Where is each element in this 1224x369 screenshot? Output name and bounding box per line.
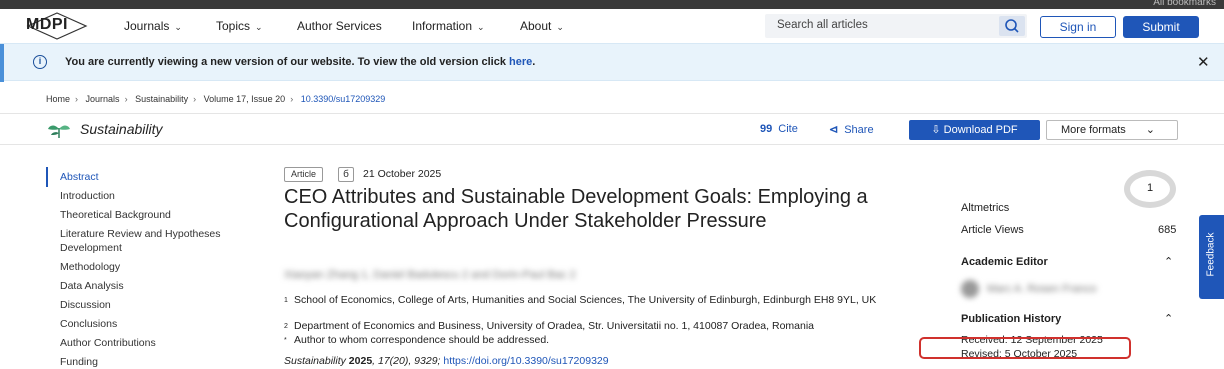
academic-editor-heading: Academic Editor (961, 256, 1048, 268)
toc-author-contributions[interactable]: Author Contributions (60, 336, 250, 350)
banner-accent (0, 44, 4, 82)
journal-bar: Sustainability 99 Cite ⊲ Share ⇩ Download … (0, 113, 1224, 145)
sign-in-button[interactable]: Sign in (1040, 16, 1116, 38)
toc-data-analysis[interactable]: Data Analysis (60, 279, 250, 293)
search-icon (1005, 19, 1019, 33)
more-formats-dropdown[interactable]: More formats ⌄ (1046, 120, 1178, 140)
chevron-down-icon: ⌄ (174, 22, 182, 32)
breadcrumb-journals[interactable]: Journals (86, 94, 120, 104)
chevron-down-icon: ⌄ (1145, 124, 1155, 136)
old-version-link[interactable]: here (509, 56, 532, 68)
close-icon[interactable]: ✕ (1197, 53, 1210, 71)
breadcrumb-journal[interactable]: Sustainability (135, 94, 188, 104)
search-button[interactable] (999, 16, 1025, 36)
article-type-badge: Article (284, 167, 324, 182)
chevron-right-icon: › (193, 94, 197, 104)
banner-message: You are currently viewing a new version … (65, 56, 536, 68)
share-icon: ⊲ (829, 124, 839, 136)
logo-text: MDPI (26, 16, 68, 33)
authors-list[interactable]: Xiaoyan Zhang 1, Daniel Badulescu 2 and … (284, 269, 576, 281)
browser-top-strip: All bookmarks (0, 0, 1224, 9)
cite-button[interactable]: 99 Cite (760, 123, 798, 135)
mdpi-logo[interactable]: MDPI (26, 12, 88, 40)
breadcrumb-doi[interactable]: 10.3390/su17209329 (301, 94, 386, 104)
chevron-right-icon: › (124, 94, 128, 104)
toc-theoretical-background[interactable]: Theoretical Background (60, 208, 250, 222)
nav-journals[interactable]: Journals ⌄ (124, 19, 182, 33)
affiliation-1: 1 School of Economics, College of Arts, H… (284, 294, 877, 306)
chevron-down-icon: ⌄ (556, 22, 564, 32)
toc-abstract[interactable]: Abstract (60, 170, 250, 184)
submit-button[interactable]: Submit (1123, 16, 1199, 38)
article-title: CEO Attributes and Sustainable Developme… (284, 186, 868, 232)
academic-editor[interactable]: Marc A. Rosen Franco (961, 280, 1096, 298)
version-banner: i You are currently viewing a new versio… (0, 43, 1224, 82)
toc-literature-review[interactable]: Literature Review and Hypotheses Develop… (60, 227, 250, 255)
breadcrumb-issue[interactable]: Volume 17, Issue 20 (204, 94, 286, 104)
sustainability-leaf-icon[interactable] (46, 120, 72, 140)
open-access-icon: б (338, 167, 354, 182)
toc-active-indicator (46, 167, 48, 187)
download-icon: ⇩ (931, 124, 944, 136)
correspondence-note: * Author to whom correspondence should be… (284, 334, 550, 346)
bookmarks-label[interactable]: All bookmarks (1153, 0, 1216, 8)
toc-methodology[interactable]: Methodology (60, 260, 250, 274)
feedback-tab[interactable]: Feedback (1199, 215, 1224, 299)
nav-topics[interactable]: Topics ⌄ (216, 19, 263, 33)
affiliation-2: 2 Department of Economics and Business, U… (284, 320, 815, 332)
toc-funding[interactable]: Funding (60, 355, 250, 369)
toc-discussion[interactable]: Discussion (60, 298, 250, 312)
chevron-up-icon[interactable]: ⌃ (1164, 255, 1173, 268)
highlight-annotation (919, 337, 1131, 359)
breadcrumb-home[interactable]: Home (46, 94, 70, 104)
nav-author-services[interactable]: Author Services (297, 19, 382, 33)
journal-name[interactable]: Sustainability (80, 121, 163, 137)
altmetrics-label: Altmetrics (961, 202, 1010, 214)
chevron-down-icon: ⌄ (477, 22, 485, 32)
nav-about[interactable]: About ⌄ (520, 19, 564, 33)
breadcrumb: Home › Journals › Sustainability › Volume 1… (46, 94, 390, 104)
chevron-right-icon: › (290, 94, 294, 104)
altmetric-badge[interactable]: 1 (1124, 170, 1176, 208)
info-icon: i (33, 55, 47, 69)
site-header: MDPI Journals ⌄ Topics ⌄ Author Services I… (0, 9, 1224, 43)
download-pdf-button[interactable]: ⇩ Download PDF (909, 120, 1040, 140)
toc-conclusions[interactable]: Conclusions (60, 317, 250, 331)
doi-link[interactable]: https://doi.org/10.3390/su17209329 (443, 355, 608, 367)
quote-icon: 99 (760, 123, 773, 135)
publication-date: 21 October 2025 (363, 168, 442, 180)
citation-line: Sustainability 2025, 17(20), 9329; https… (284, 355, 609, 367)
search-input[interactable]: Search all articles (765, 14, 1027, 38)
chevron-down-icon: ⌄ (255, 22, 263, 32)
chevron-right-icon: › (75, 94, 79, 104)
article-views-label: Article Views (961, 224, 1024, 236)
publication-history-heading: Publication History (961, 313, 1062, 325)
nav-information[interactable]: Information ⌄ (412, 19, 485, 33)
share-button[interactable]: ⊲ Share (829, 123, 874, 136)
article-views-count: 685 (1158, 224, 1177, 236)
toc-introduction[interactable]: Introduction (60, 189, 250, 203)
chevron-up-icon[interactable]: ⌃ (1164, 312, 1173, 325)
avatar (961, 280, 979, 298)
